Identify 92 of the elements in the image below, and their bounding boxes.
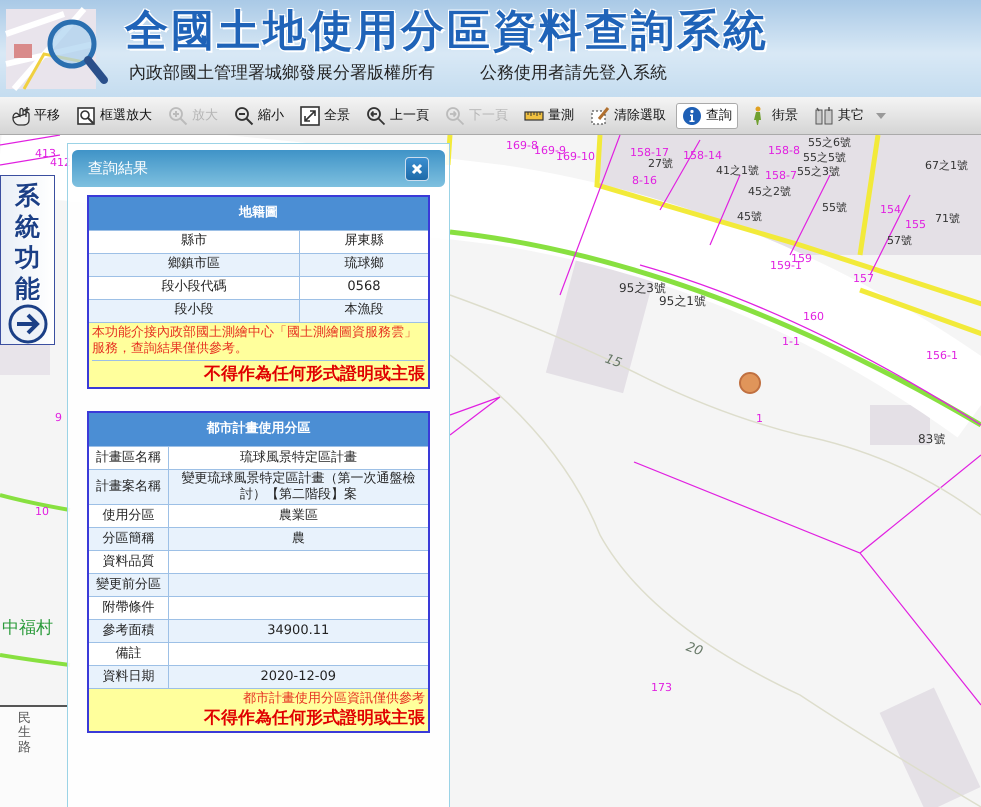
map-label: 20 — [684, 640, 704, 658]
magnifier-back-icon — [366, 106, 386, 126]
map-label: 169-8 — [506, 140, 538, 151]
field-label: 使用分區 — [88, 504, 168, 528]
field-value: 農 — [168, 528, 429, 551]
toolbar-button[interactable]: 全景 — [294, 102, 356, 128]
tools-icon — [814, 106, 834, 126]
section-heading: 地籍圖 — [88, 196, 429, 230]
map-label: 157 — [853, 273, 874, 284]
toolbar-button[interactable]: 框選放大 — [70, 102, 158, 128]
map-label: 57號 — [887, 235, 912, 246]
field-label: 計畫區名稱 — [88, 446, 168, 470]
map-label: 173 — [651, 682, 672, 693]
zoom-out-icon — [234, 106, 254, 126]
map-label: 45號 — [737, 211, 762, 222]
notice-text: 都市計畫使用分區資訊僅供參考 — [242, 691, 425, 708]
field-value: 農業區 — [168, 504, 429, 528]
expand-icon — [300, 106, 320, 126]
map-label: 55之6號 — [808, 137, 851, 148]
disclaimer-text: 不得作為任何形式證明或主張 — [202, 708, 425, 729]
toolbar-button[interactable]: 清除選取 — [584, 102, 672, 128]
field-value: 琉球風景特定區計畫 — [168, 446, 429, 470]
close-button[interactable] — [405, 156, 429, 180]
field-label: 資料品質 — [88, 550, 168, 574]
system-functions-tab[interactable]: 系統功能 — [0, 175, 55, 345]
field-label: 參考面積 — [88, 620, 168, 643]
map-label: 55之3號 — [797, 166, 840, 177]
map-label: 160 — [803, 311, 824, 322]
map-label: 27號 — [648, 158, 673, 169]
field-label: 備註 — [88, 642, 168, 666]
section-heading: 都市計畫使用分區 — [88, 412, 429, 446]
toolbar-button[interactable]: 上一頁 — [360, 102, 435, 128]
map-label: 民生路 — [18, 712, 31, 755]
field-value: 0568 — [299, 276, 429, 299]
field-value: 屏東縣 — [299, 230, 429, 253]
toolbar-button[interactable]: 街景 — [742, 102, 804, 128]
map-label: 中福村 — [2, 620, 53, 637]
field-value: 34900.11 — [168, 620, 429, 643]
map-label: 156-1 — [926, 350, 958, 361]
map-label: 83號 — [918, 433, 946, 445]
magnifier-square-icon — [76, 106, 96, 126]
map-label: 155 — [905, 219, 926, 230]
arrow-right-icon — [8, 304, 48, 344]
field-label: 縣市 — [88, 230, 300, 253]
map-label: 67之1號 — [925, 160, 968, 171]
map-label: 10 — [35, 506, 49, 517]
map-label: 1-1 — [782, 336, 800, 347]
field-label: 段小段代碼 — [88, 276, 300, 299]
magnifier-forward-icon — [445, 106, 465, 126]
field-label: 資料日期 — [88, 666, 168, 689]
close-icon — [411, 162, 423, 174]
panel-title: 查詢結果 — [88, 158, 148, 180]
toolbar-button[interactable]: 縮小 — [228, 102, 290, 128]
toolbar-button[interactable]: 量測 — [518, 102, 580, 128]
field-value: 變更琉球風景特定區計畫（第一次通盤檢討）【第二階段】案 — [168, 469, 429, 505]
toolbar-button[interactable]: 查詢 — [676, 102, 738, 128]
map-label: 15 — [603, 352, 624, 370]
field-label: 鄉鎮市區 — [88, 253, 300, 276]
field-label: 段小段 — [88, 299, 300, 322]
map-label: 158-8 — [768, 145, 800, 156]
map-label: 55號 — [822, 202, 847, 213]
map-label: 41之1號 — [716, 165, 759, 176]
info-icon — [682, 106, 702, 126]
map-label: 95之3號 — [619, 282, 666, 294]
map-label: 95之1號 — [659, 295, 706, 307]
field-label: 分區簡稱 — [88, 528, 168, 551]
notice-text: 本功能介接內政部國土測繪中心「國土測繪圖資服務雲」服務，查詢結果僅供參考。 — [92, 324, 425, 361]
field-label: 附帶條件 — [88, 596, 168, 620]
disclaimer-text: 不得作為任何形式證明或主張 — [202, 364, 425, 386]
caret-icon — [876, 112, 886, 120]
brush-selection-icon — [590, 106, 610, 126]
map-label: 55之5號 — [803, 152, 846, 163]
field-label: 計畫案名稱 — [88, 469, 168, 505]
copyright-text: 內政部國土管理署城鄉發展分署版權所有 — [129, 62, 435, 86]
field-value: 琉球鄉 — [299, 253, 429, 276]
map-label: 158-17 — [630, 147, 669, 158]
map-label: 8-16 — [632, 175, 657, 186]
map-label: 71號 — [935, 213, 960, 224]
login-notice: 公務使用者請先登入系統 — [480, 62, 667, 86]
zoom-in-icon — [168, 106, 188, 126]
field-value: 2020-12-09 — [168, 666, 429, 689]
site-title: 全國土地使用分區資料查詢系統 — [125, 10, 769, 54]
field-label: 變更前分區 — [88, 574, 168, 597]
map-label: 158-7 — [765, 170, 797, 181]
map-label: 9 — [55, 412, 62, 423]
toolbar-button[interactable]: 其它 — [808, 102, 892, 128]
field-value: 本漁段 — [299, 299, 429, 322]
map-label: 45之2號 — [748, 186, 791, 197]
hand-icon — [10, 106, 30, 126]
map-label: 1 — [756, 413, 763, 424]
toolbar-button[interactable]: 平移 — [4, 102, 66, 128]
map-label: 154 — [880, 204, 901, 215]
